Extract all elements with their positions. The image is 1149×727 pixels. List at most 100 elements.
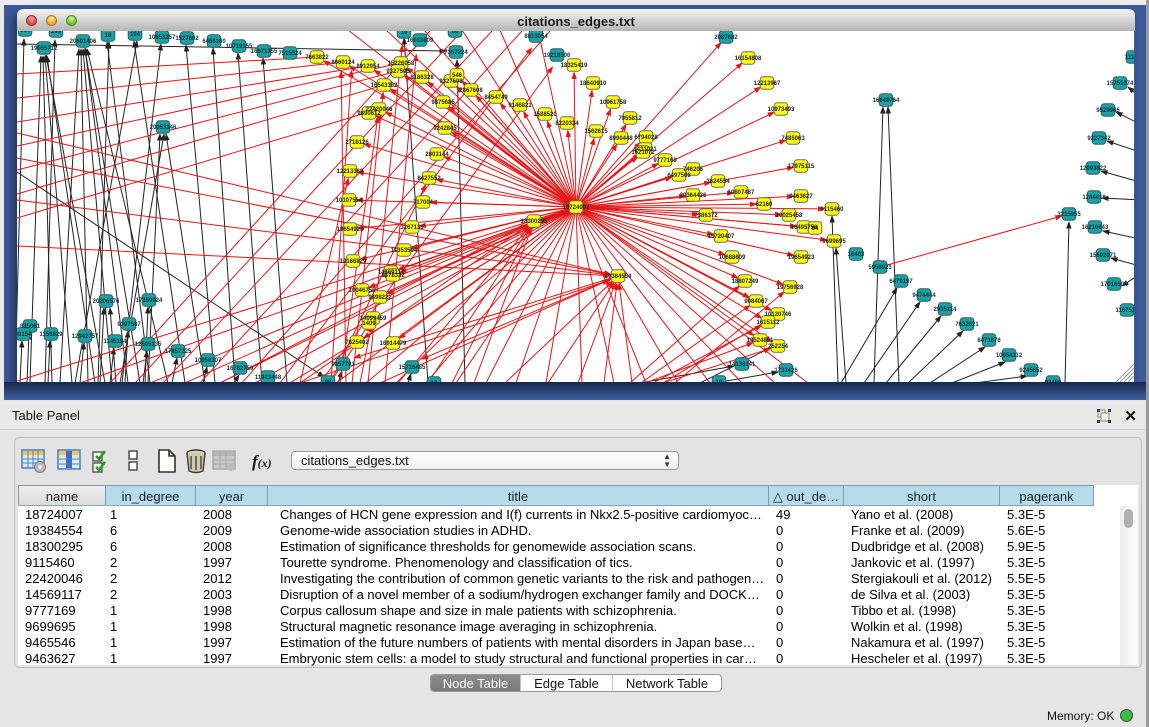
svg-text:16671355: 16671355 — [251, 49, 278, 55]
svg-text:10654112: 10654112 — [996, 353, 1023, 359]
svg-text:10653257: 10653257 — [149, 35, 176, 41]
svg-text:19654923: 19654923 — [788, 255, 815, 261]
svg-text:9327508: 9327508 — [439, 79, 463, 85]
svg-text:94: 94 — [812, 226, 819, 232]
svg-text:9857791: 9857791 — [331, 362, 355, 368]
svg-text:9474444: 9474444 — [912, 293, 936, 299]
svg-text:17957225: 17957225 — [165, 349, 192, 355]
svg-text:12213369: 12213369 — [337, 169, 364, 175]
svg-text:10120746: 10120746 — [765, 312, 792, 318]
svg-text:11923448: 11923448 — [255, 375, 282, 381]
svg-text:5958923: 5958923 — [868, 265, 892, 271]
svg-text:18: 18 — [105, 33, 112, 39]
svg-text:1156829: 1156829 — [39, 332, 63, 338]
svg-text:7632621: 7632621 — [955, 322, 979, 328]
svg-text:2935114: 2935114 — [933, 307, 957, 313]
svg-text:11127: 11127 — [1125, 55, 1134, 61]
svg-text:86: 86 — [452, 31, 459, 35]
svg-text:20691406: 20691406 — [70, 39, 97, 45]
svg-text:12093822: 12093822 — [1080, 166, 1107, 172]
svg-text:9890612: 9890612 — [357, 111, 381, 117]
svg-text:6479197: 6479197 — [889, 279, 913, 285]
svg-text:9699695: 9699695 — [822, 239, 846, 245]
svg-text:9242845: 9242845 — [433, 126, 457, 132]
svg-text:16033809: 16033809 — [407, 38, 434, 44]
svg-text:16782759: 16782759 — [227, 366, 254, 372]
svg-text:3624554: 3624554 — [706, 179, 730, 185]
svg-text:8660124: 8660124 — [331, 60, 355, 66]
svg-text:8878332: 8878332 — [381, 273, 405, 279]
svg-text:15692071: 15692071 — [1090, 253, 1117, 259]
svg-text:104: 104 — [130, 32, 141, 38]
svg-text:18300295: 18300295 — [521, 219, 548, 225]
svg-text:1588520: 1588520 — [533, 112, 557, 118]
svg-text:835061: 835061 — [20, 324, 41, 330]
svg-text:62160: 62160 — [756, 202, 773, 208]
svg-text:14136141: 14136141 — [729, 362, 756, 368]
svg-text:546: 546 — [452, 73, 463, 79]
svg-text:19: 19 — [401, 31, 408, 36]
svg-text:8471676: 8471676 — [977, 338, 1001, 344]
svg-text:1145194: 1145194 — [103, 339, 127, 345]
svg-text:8912954: 8912954 — [356, 64, 380, 70]
svg-text:1562615: 1562615 — [584, 129, 608, 135]
svg-text:18807249: 18807249 — [732, 279, 759, 285]
svg-text:7515524: 7515524 — [278, 51, 302, 57]
svg-text:7485063: 7485063 — [781, 136, 805, 142]
svg-text:9463627: 9463627 — [789, 194, 813, 200]
svg-text:8813054: 8813054 — [524, 34, 548, 40]
svg-text:10046756: 10046756 — [349, 288, 376, 294]
svg-text:16210643: 16210643 — [1082, 225, 1109, 231]
svg-text:9245652: 9245652 — [1019, 368, 1043, 374]
svg-text:12213967: 12213967 — [754, 81, 781, 87]
svg-text:15751074: 15751074 — [1107, 81, 1134, 87]
svg-text:12505135: 12505135 — [135, 342, 162, 348]
svg-text:6794028: 6794028 — [634, 135, 658, 141]
svg-text:7357224: 7357224 — [444, 50, 468, 56]
svg-text:10958107: 10958107 — [195, 358, 222, 364]
svg-text:7625402: 7625402 — [345, 340, 369, 346]
svg-text:39154: 39154 — [17, 332, 32, 338]
svg-text:10107554: 10107554 — [336, 198, 363, 204]
svg-text:10807487: 10807487 — [728, 190, 755, 196]
svg-text:9227342: 9227342 — [1087, 136, 1111, 142]
svg-text:15716485: 15716485 — [399, 365, 426, 371]
svg-text:9084067: 9084067 — [744, 299, 768, 305]
svg-text:9498222: 9498222 — [368, 295, 392, 301]
svg-text:717004: 717004 — [413, 200, 434, 206]
svg-text:3267130: 3267130 — [400, 225, 424, 231]
svg-text:16154808: 16154808 — [735, 56, 762, 62]
svg-text:10688609: 10688609 — [719, 255, 746, 261]
svg-text:18325419: 18325419 — [561, 63, 588, 69]
svg-text:17016504: 17016504 — [1101, 282, 1128, 288]
svg-text:9777169: 9777169 — [653, 158, 677, 164]
svg-text:19756928: 19756928 — [777, 285, 804, 291]
svg-text:1244418: 1244418 — [1082, 195, 1106, 201]
svg-text:8990448: 8990448 — [609, 136, 633, 142]
svg-text:9529966: 9529966 — [1096, 108, 1120, 114]
svg-text:11353594: 11353594 — [391, 248, 418, 254]
svg-text:1733426: 1733426 — [774, 368, 798, 374]
svg-text:17359924: 17359924 — [136, 298, 163, 304]
svg-text:8186328: 8186328 — [410, 75, 434, 81]
svg-text:18640910: 18640910 — [580, 81, 607, 87]
svg-text:2718126: 2718126 — [345, 140, 369, 146]
svg-text:1409: 1409 — [362, 321, 376, 327]
svg-text:9115460: 9115460 — [820, 207, 844, 213]
svg-text:1167533: 1167533 — [1115, 308, 1134, 314]
svg-text:16403: 16403 — [848, 252, 865, 258]
svg-text:19218506: 19218506 — [544, 53, 571, 59]
svg-text:6497568: 6497568 — [667, 173, 691, 179]
svg-text:20206576: 20206576 — [93, 299, 120, 305]
svg-text:2803144: 2803144 — [425, 152, 449, 158]
svg-text:15720407: 15720407 — [708, 234, 735, 240]
svg-text:9397587: 9397587 — [117, 322, 141, 328]
svg-text:10719155: 10719155 — [226, 44, 253, 50]
svg-text:10973493: 10973493 — [768, 107, 795, 113]
svg-text:12942757: 12942757 — [72, 334, 99, 340]
svg-text:17975115: 17975115 — [788, 164, 815, 170]
svg-text:199: 199 — [51, 31, 62, 35]
svg-text:7955812: 7955812 — [618, 116, 642, 122]
svg-text:8427552: 8427552 — [417, 176, 441, 182]
svg-text:7663822: 7663822 — [305, 55, 329, 61]
